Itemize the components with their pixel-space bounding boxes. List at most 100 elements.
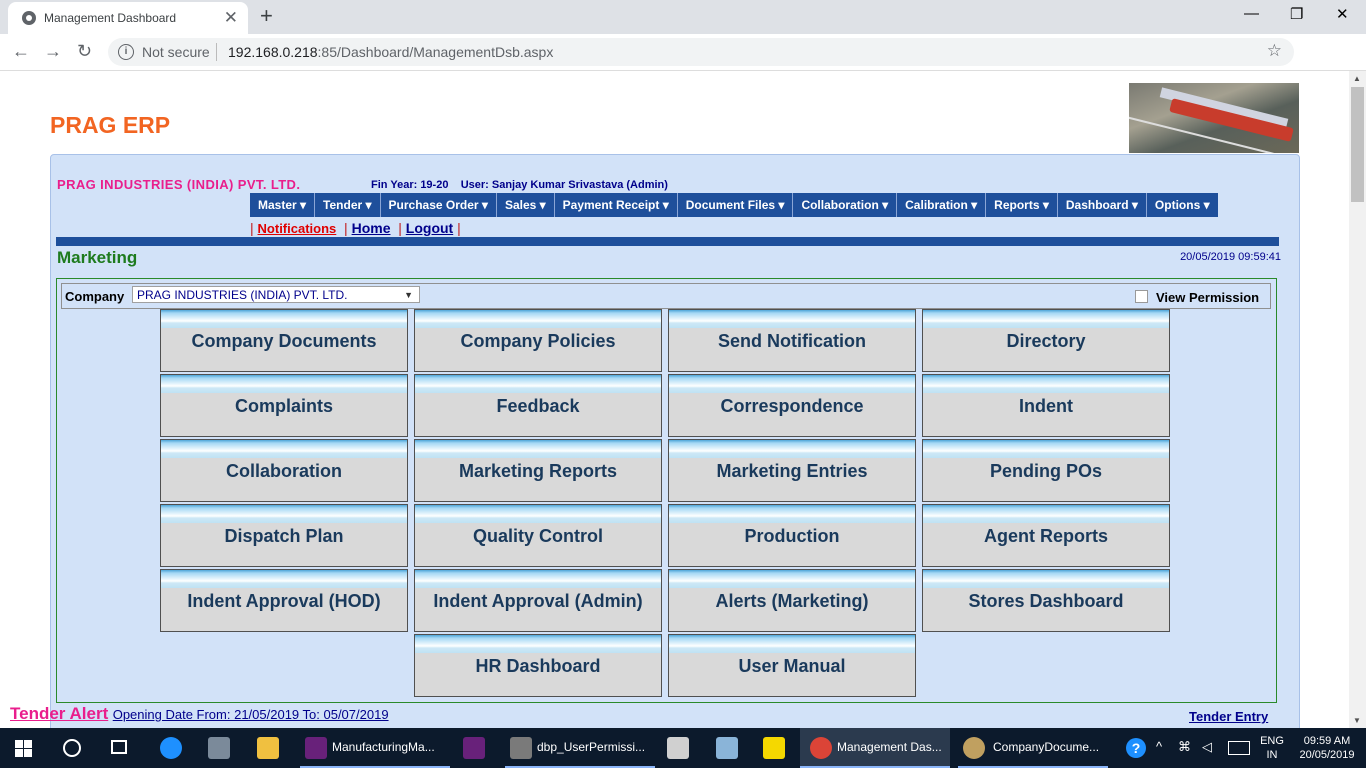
tile-hr-dashboard[interactable]: HR Dashboard [414,634,662,697]
forward-icon[interactable]: → [44,41,62,62]
menu-reports[interactable]: Reports [986,193,1058,217]
visual-studio-icon [305,737,327,759]
scroll-down-icon[interactable]: ▼ [1353,716,1361,725]
search-icon[interactable] [63,739,81,757]
tile-pending-pos[interactable]: Pending POs [922,439,1170,502]
new-tab-button[interactable]: + [260,3,273,29]
security-status: Not secure [142,44,210,60]
tile-indent-approval-admin[interactable]: Indent Approval (Admin) [414,569,662,632]
page-viewport: PRAG ERP PRAG INDUSTRIES (INDIA) PVT. LT… [0,71,1349,728]
tile-marketing-entries[interactable]: Marketing Entries [668,439,916,502]
fin-year-user: Fin Year: 19-20 User: Sanjay Kumar Sriva… [371,179,668,191]
tile-quality-control[interactable]: Quality Control [414,504,662,567]
reload-icon[interactable]: ↻ [77,41,92,62]
address-bar[interactable]: i Not secure 192.168.0.218:85/Dashboard/… [108,38,1294,66]
taskbar-app-dbp[interactable]: dbp_UserPermissi... [505,728,655,768]
company-filter-bar: Company PRAG INDUSTRIES (INDIA) PVT. LTD… [61,283,1271,309]
datetime: 20/05/2019 09:59:41 [1180,251,1281,263]
ie-icon[interactable] [160,737,182,759]
tender-opening-dates[interactable]: Opening Date From: 21/05/2019 To: 05/07/… [113,707,389,722]
tile-company-documents[interactable]: Company Documents [160,309,408,372]
menu-sales[interactable]: Sales [497,193,555,217]
url-text[interactable]: 192.168.0.218:85/Dashboard/ManagementDsb… [228,44,553,60]
menu-collaboration[interactable]: Collaboration [793,193,898,217]
task-view-icon[interactable] [111,740,127,754]
menu-purchase-order[interactable]: Purchase Order [381,193,497,217]
window-close-button[interactable]: ✕ [1336,5,1349,23]
volume-muted-icon[interactable]: ◁ [1202,739,1212,755]
tile-indent-approval-hod[interactable]: Indent Approval (HOD) [160,569,408,632]
tile-directory[interactable]: Directory [922,309,1170,372]
tab-title: Management Dashboard [44,11,177,25]
menu-dashboard[interactable]: Dashboard [1058,193,1147,217]
clock[interactable]: 09:59 AM 20/05/2019 [1292,734,1362,762]
taskbar-app-chrome[interactable]: Management Das... [800,728,950,768]
section-title: Marketing [57,248,138,267]
tile-marketing-reports[interactable]: Marketing Reports [414,439,662,502]
maximize-button[interactable]: ❐ [1290,5,1303,23]
home-link[interactable]: Home [352,220,391,236]
paint-icon [963,737,985,759]
menu-options[interactable]: Options [1147,193,1218,217]
scroll-up-icon[interactable]: ▲ [1353,74,1361,83]
tile-indent[interactable]: Indent [922,374,1170,437]
header-divider [56,237,1279,246]
tile-complaints[interactable]: Complaints [160,374,408,437]
bookmark-star-icon[interactable]: ☆ [1267,41,1282,61]
visual-studio-2-icon[interactable] [463,737,485,759]
network-tool-icon[interactable] [208,737,230,759]
keyboard-icon[interactable] [1228,741,1250,755]
tile-send-notification[interactable]: Send Notification [668,309,916,372]
browser-tab[interactable]: Management Dashboard ✕ [8,2,248,34]
company-label: Company [65,289,125,304]
windows-start-icon[interactable] [15,740,32,757]
tile-production[interactable]: Production [668,504,916,567]
language-indicator[interactable]: ENG IN [1258,734,1286,762]
menu-document-files[interactable]: Document Files [678,193,794,217]
menu-calibration[interactable]: Calibration [897,193,987,217]
main-menu: Master Tender Purchase Order Sales Payme… [250,193,1218,217]
minimize-button[interactable]: — [1244,5,1259,22]
tile-alerts-marketing[interactable]: Alerts (Marketing) [668,569,916,632]
logout-link[interactable]: Logout [406,220,453,236]
company-select[interactable]: PRAG INDUSTRIES (INDIA) PVT. LTD. ▼ [132,286,420,303]
view-permission-checkbox[interactable] [1135,290,1148,303]
help-icon[interactable]: ? [1126,738,1146,758]
tile-stores-dashboard[interactable]: Stores Dashboard [922,569,1170,632]
taskbar: ManufacturingMa... dbp_UserPermissi... M… [0,728,1366,768]
train-banner-image [1129,83,1299,153]
tile-correspondence[interactable]: Correspondence [668,374,916,437]
network-icon[interactable]: ⌘ [1178,739,1191,755]
tender-alert-link[interactable]: Tender Alert [10,704,108,723]
menu-tender[interactable]: Tender [315,193,381,217]
view-permission-label: View Permission [1156,290,1260,305]
tile-user-manual[interactable]: User Manual [668,634,916,697]
globe-icon [22,11,36,25]
tile-dispatch-plan[interactable]: Dispatch Plan [160,504,408,567]
tab-close-icon[interactable]: ✕ [224,8,238,28]
back-icon[interactable]: ← [12,41,30,62]
scroll-thumb[interactable] [1351,87,1364,202]
menu-payment-receipt[interactable]: Payment Receipt [555,193,678,217]
info-icon[interactable]: i [118,44,134,60]
brand-title: PRAG ERP [50,112,171,138]
dashboard-area: Company PRAG INDUSTRIES (INDIA) PVT. LTD… [56,278,1277,703]
page-scrollbar[interactable]: ▲ ▼ [1349,71,1366,728]
tender-entry-link[interactable]: Tender Entry [1189,709,1268,724]
notifications-link[interactable]: Notifications [258,221,337,236]
tile-agent-reports[interactable]: Agent Reports [922,504,1170,567]
tile-feedback[interactable]: Feedback [414,374,662,437]
company-name: PRAG INDUSTRIES (INDIA) PVT. LTD. [57,177,301,192]
calculator-icon[interactable] [667,737,689,759]
main-panel: PRAG INDUSTRIES (INDIA) PVT. LTD. Fin Ye… [50,154,1300,728]
tray-chevron-icon[interactable]: ^ [1156,739,1162,754]
tile-collaboration[interactable]: Collaboration [160,439,408,502]
menu-master[interactable]: Master [250,193,316,217]
taskbar-app-manufacturing[interactable]: ManufacturingMa... [300,728,450,768]
tile-company-policies[interactable]: Company Policies [414,309,662,372]
taskbar-app-paint[interactable]: CompanyDocume... [958,728,1108,768]
file-explorer-icon[interactable] [257,737,279,759]
notes-icon[interactable] [716,737,738,759]
sticky-notes-icon[interactable] [763,737,785,759]
browser-tabstrip: Management Dashboard ✕ + — ❐ ✕ [0,0,1366,34]
